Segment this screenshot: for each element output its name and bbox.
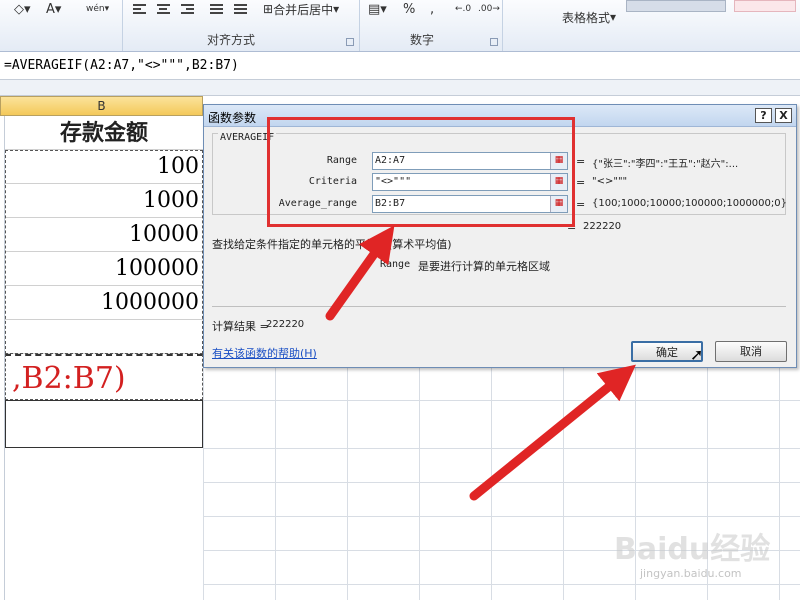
column-header-strip bbox=[0, 80, 800, 96]
align-center-icon[interactable] bbox=[157, 4, 170, 14]
grid-line bbox=[275, 362, 276, 600]
active-cell-edit[interactable]: ,B2:B7) bbox=[5, 354, 203, 400]
dialog-title: 函数参数 bbox=[208, 111, 257, 125]
grid-line bbox=[203, 516, 800, 517]
alignment-group-label: 对齐方式 bbox=[207, 33, 256, 47]
cell-b1[interactable]: 存款金额 bbox=[5, 116, 203, 150]
increase-decimal-icon[interactable]: ←.0 bbox=[455, 0, 471, 18]
ribbon-divider bbox=[359, 0, 360, 51]
grid-line bbox=[203, 362, 204, 600]
grid-line bbox=[203, 584, 800, 585]
range-eq: = bbox=[576, 155, 586, 168]
range-value: {"张三":"李四":"王五":"赵六":... bbox=[592, 159, 739, 170]
increase-indent-icon[interactable] bbox=[234, 4, 247, 14]
total-value: 222220 bbox=[583, 221, 622, 232]
merge-center-button[interactable]: ⊞ 合并后居中 ▾ bbox=[263, 0, 339, 18]
number-group-label: 数字 bbox=[410, 33, 435, 47]
grid-line bbox=[203, 448, 800, 449]
font-color-button[interactable]: A ▾ bbox=[46, 0, 61, 18]
argument-help-text: 是要进行计算的单元格区域 bbox=[418, 260, 550, 273]
average-range-eq: = bbox=[576, 198, 586, 211]
result-label: 计算结果 = bbox=[212, 320, 269, 333]
close-button[interactable]: X bbox=[775, 108, 792, 123]
formula-bar[interactable]: =AVERAGEIF(A2:A7,"<>""",B2:B7) bbox=[0, 53, 800, 80]
align-right-icon[interactable] bbox=[181, 4, 194, 14]
accounting-format-icon[interactable]: ▤▾ bbox=[368, 0, 387, 18]
ribbon-divider bbox=[502, 0, 503, 51]
result-value: 222220 bbox=[266, 319, 305, 330]
grid-line bbox=[203, 482, 800, 483]
help-button[interactable]: ? bbox=[755, 108, 772, 123]
grid-line bbox=[203, 400, 800, 401]
formula-text[interactable]: =AVERAGEIF(A2:A7,"<>""",B2:B7) bbox=[4, 58, 239, 73]
percent-button[interactable]: % bbox=[403, 0, 415, 18]
table-format-button[interactable]: 表格格式 ▾ bbox=[562, 8, 616, 26]
dialog-divider bbox=[212, 306, 786, 307]
watermark-url: jingyan.baidu.com bbox=[640, 567, 742, 580]
ribbon-divider bbox=[122, 0, 123, 51]
range-selection-marquee bbox=[5, 150, 203, 354]
phonetic-button[interactable]: wén ▾ bbox=[86, 0, 109, 18]
argument-help-name: Range bbox=[380, 259, 411, 270]
fill-color-icon[interactable]: ◇▾ bbox=[14, 0, 31, 18]
average-range-value: {100;1000;10000;100000;1000000;0} bbox=[592, 198, 787, 209]
function-description: 查找给定条件指定的单元格的平均值(算术平均值) bbox=[212, 238, 452, 251]
grid-line bbox=[779, 362, 780, 600]
grid-line bbox=[563, 362, 564, 600]
comma-button[interactable]: , bbox=[430, 0, 434, 18]
alignment-dialog-launcher[interactable] bbox=[346, 38, 354, 46]
column-header-b[interactable]: B bbox=[0, 96, 203, 116]
grid-line bbox=[347, 362, 348, 600]
watermark-logo: Baidu经验 bbox=[614, 532, 771, 567]
cell-style-bad[interactable] bbox=[734, 0, 796, 12]
cell-b9[interactable] bbox=[5, 400, 203, 448]
annotation-highlight-box bbox=[267, 117, 575, 227]
grid-line bbox=[419, 362, 420, 600]
function-help-link[interactable]: 有关该函数的帮助(H) bbox=[212, 345, 317, 361]
criteria-value: "<>""" bbox=[592, 176, 628, 187]
number-dialog-launcher[interactable] bbox=[490, 38, 498, 46]
decrease-indent-icon[interactable] bbox=[210, 4, 223, 14]
ribbon: ◇▾ A ▾ wén ▾ ⊞ 合并后居中 ▾ 对齐方式 ▤▾ % , ←.0 .00→ … bbox=[0, 0, 800, 52]
cancel-button[interactable]: 取消 bbox=[715, 341, 787, 362]
grid-line bbox=[491, 362, 492, 600]
mouse-cursor-icon: ➚ bbox=[690, 345, 704, 364]
align-left-icon[interactable] bbox=[133, 4, 146, 14]
criteria-eq: = bbox=[576, 176, 586, 189]
decrease-decimal-icon[interactable]: .00→ bbox=[478, 0, 500, 18]
cell-style-gallery[interactable] bbox=[626, 0, 726, 12]
